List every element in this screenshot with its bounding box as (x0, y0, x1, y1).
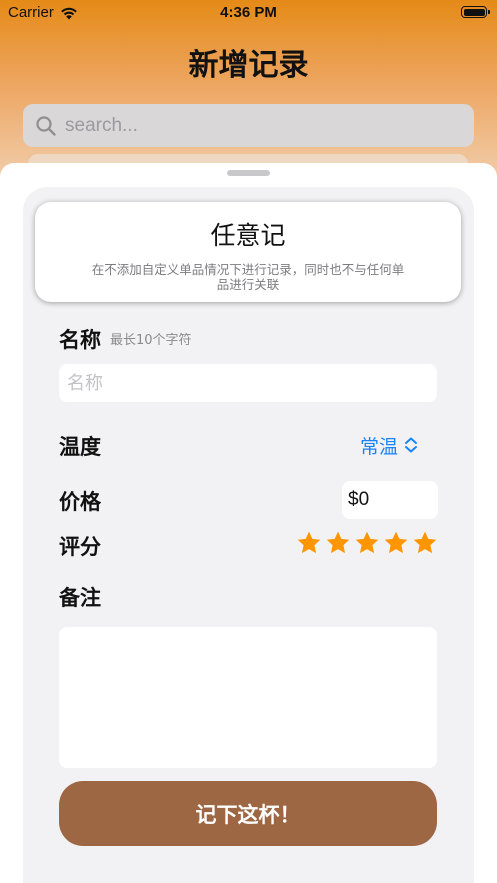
temperature-picker[interactable]: 常温 (360, 431, 418, 459)
rating-stars[interactable] (296, 530, 438, 556)
temperature-label: 温度 (59, 435, 101, 459)
price-input[interactable] (342, 481, 438, 519)
name-label: 名称 (59, 328, 101, 352)
sheet-grabber-handle[interactable] (227, 170, 270, 176)
star-icon[interactable] (412, 530, 438, 556)
mode-card-description: 在不添加自定义单品情况下进行记录，同时也不与任何单品进行关联 (91, 262, 405, 292)
mode-card-free-record[interactable]: 任意记 在不添加自定义单品情况下进行记录，同时也不与任何单品进行关联 (35, 202, 461, 302)
submit-button[interactable]: 记下这杯！ (59, 781, 437, 846)
notes-textarea[interactable] (59, 627, 437, 768)
search-bar[interactable] (23, 104, 474, 147)
clock: 4:36 PM (220, 4, 277, 21)
star-icon[interactable] (354, 530, 380, 556)
star-icon[interactable] (296, 530, 322, 556)
star-icon[interactable] (325, 530, 351, 556)
mode-card-title: 任意记 (210, 221, 286, 250)
bottom-sheet: 任意记 在不添加自定义单品情况下进行记录，同时也不与任何单品进行关联 名称 最长… (0, 163, 497, 883)
name-hint: 最长10个字符 (110, 333, 192, 348)
form-panel: 任意记 在不添加自定义单品情况下进行记录，同时也不与任何单品进行关联 名称 最长… (23, 187, 474, 883)
name-input[interactable] (59, 364, 437, 402)
battery-icon (461, 6, 490, 18)
page-title: 新增记录 (188, 48, 309, 83)
notes-label: 备注 (59, 586, 101, 610)
chevron-up-down-icon (405, 437, 418, 453)
status-bar: Carrier 4:36 PM (0, 0, 497, 26)
battery-fill (463, 8, 485, 16)
search-icon (36, 115, 56, 136)
temperature-value: 常温 (360, 435, 399, 458)
star-icon[interactable] (383, 530, 409, 556)
price-label: 价格 (59, 490, 101, 514)
search-input[interactable] (63, 113, 447, 138)
rating-label: 评分 (59, 535, 101, 559)
